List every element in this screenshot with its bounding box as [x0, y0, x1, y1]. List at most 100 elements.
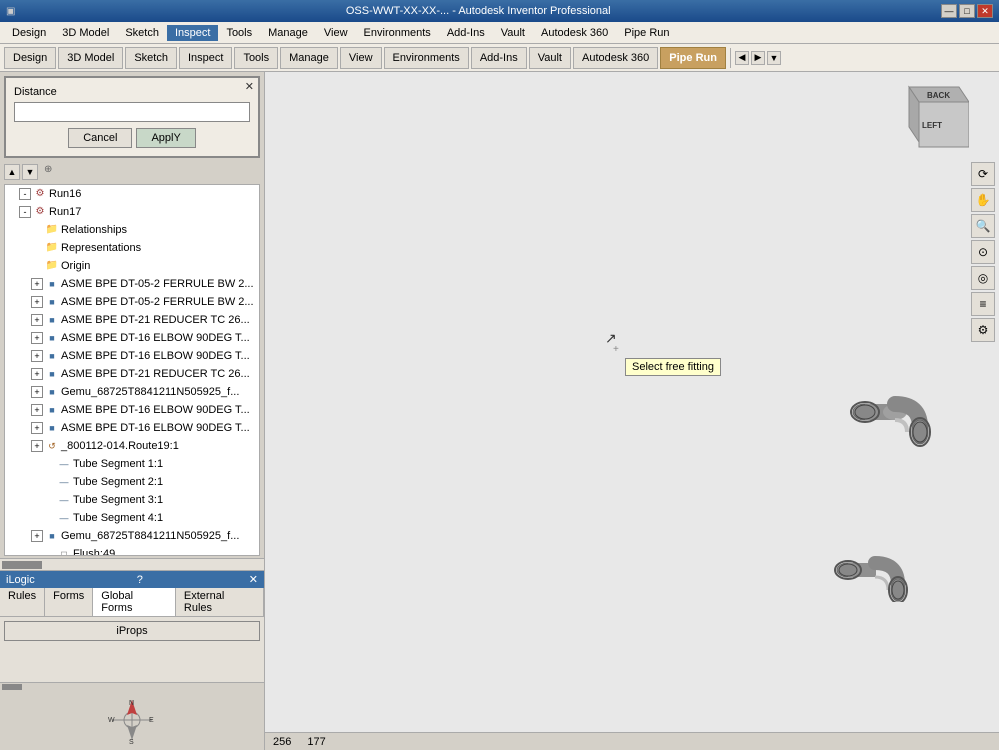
- tree-item-gemu1[interactable]: +■Gemu_68725T8841211N505925_f...: [5, 383, 259, 401]
- tree-item-run17[interactable]: -⚙Run17: [5, 203, 259, 221]
- tree-item-seg3[interactable]: —Tube Segment 3:1: [5, 491, 259, 509]
- pan-button[interactable]: ✋: [971, 188, 995, 212]
- tree-item-origin[interactable]: 📁Origin: [5, 257, 259, 275]
- tree-toggle-comp1[interactable]: +: [31, 278, 43, 290]
- toolbar-design[interactable]: Design: [4, 47, 56, 69]
- toolbar-piperun[interactable]: Pipe Run: [660, 47, 726, 69]
- menu-item-manage[interactable]: Manage: [260, 25, 316, 41]
- tree-toggle-run17[interactable]: -: [19, 206, 31, 218]
- tree-toggle-comp6[interactable]: +: [31, 368, 43, 380]
- tree-label-run16: Run16: [49, 186, 81, 202]
- maximize-button[interactable]: □: [959, 4, 975, 18]
- ilogic-tab-rules[interactable]: Rules: [0, 588, 45, 616]
- ilogic-help[interactable]: ?: [137, 574, 143, 586]
- tree-toggle-comp5[interactable]: +: [31, 350, 43, 362]
- close-button[interactable]: ✕: [977, 4, 993, 18]
- tree-item-relationships[interactable]: 📁Relationships: [5, 221, 259, 239]
- toolbar-manage[interactable]: Manage: [280, 47, 338, 69]
- menu-item-inspect[interactable]: Inspect: [167, 25, 218, 41]
- settings-button[interactable]: ⚙: [971, 318, 995, 342]
- tree-toggle-gemu2[interactable]: +: [31, 530, 43, 542]
- tree-toggle-run16[interactable]: -: [19, 188, 31, 200]
- toolbar-view[interactable]: View: [340, 47, 382, 69]
- view-face-button[interactable]: ≡: [971, 292, 995, 316]
- menu-item-tools[interactable]: Tools: [218, 25, 260, 41]
- toolbar-vault[interactable]: Vault: [529, 47, 571, 69]
- toolbar-nav-next[interactable]: ▶: [751, 51, 765, 65]
- tree-item-seg1[interactable]: —Tube Segment 1:1: [5, 455, 259, 473]
- tree-panel[interactable]: -⚙Run16-⚙Run17📁Relationships📁Representat…: [4, 184, 260, 556]
- viewcube-svg[interactable]: BACK LEFT: [889, 82, 969, 162]
- tree-toggle-comp3[interactable]: +: [31, 314, 43, 326]
- ilogic-panel: iLogic ? ✕ RulesFormsGlobal FormsExterna…: [0, 570, 264, 690]
- ilogic-tab-external-rules[interactable]: External Rules: [176, 588, 264, 616]
- tree-toggle-gemu1[interactable]: +: [31, 386, 43, 398]
- ilogic-scroll[interactable]: [0, 682, 264, 690]
- viewcube[interactable]: BACK LEFT: [889, 82, 959, 152]
- tree-item-comp3[interactable]: +■ASME BPE DT-21 REDUCER TC 26...: [5, 311, 259, 329]
- zoom-button[interactable]: 🔍: [971, 214, 995, 238]
- ilogic-tab-global-forms[interactable]: Global Forms: [93, 588, 176, 616]
- iprops-button[interactable]: iProps: [4, 621, 260, 641]
- menu-item-autodesk-360[interactable]: Autodesk 360: [533, 25, 616, 41]
- toolbar-nav-prev[interactable]: ◀: [735, 51, 749, 65]
- menu-item-sketch[interactable]: Sketch: [117, 25, 167, 41]
- look-at-button[interactable]: ◎: [971, 266, 995, 290]
- tree-item-seg4[interactable]: —Tube Segment 4:1: [5, 509, 259, 527]
- tree-toggle-comp4[interactable]: +: [31, 332, 43, 344]
- tree-scroll-down[interactable]: ▼: [22, 164, 38, 180]
- toolbar-3dmodel[interactable]: 3D Model: [58, 47, 123, 69]
- zoom-all-button[interactable]: ⊙: [971, 240, 995, 264]
- toolbar-sketch[interactable]: Sketch: [125, 47, 177, 69]
- tree-item-comp2[interactable]: +■ASME BPE DT-05-2 FERRULE BW 2...: [5, 293, 259, 311]
- apply-button[interactable]: ApplY: [136, 128, 195, 148]
- tree-label-gemu2: Gemu_68725T8841211N505925_f...: [61, 528, 239, 544]
- tree-item-seg2[interactable]: —Tube Segment 2:1: [5, 473, 259, 491]
- tree-icon-component: ■: [45, 331, 59, 345]
- viewport[interactable]: BACK LEFT ⟳ ✋ 🔍 ⊙ ◎ ≡ ⚙ ↗ + Select free …: [265, 72, 999, 750]
- menu-item-environments[interactable]: Environments: [356, 25, 439, 41]
- tree-toggle-comp8[interactable]: +: [31, 422, 43, 434]
- tree-nav-label: ⊕: [44, 164, 52, 180]
- tree-item-representations[interactable]: 📁Representations: [5, 239, 259, 257]
- tree-item-comp1[interactable]: +■ASME BPE DT-05-2 FERRULE BW 2...: [5, 275, 259, 293]
- tree-item-comp6[interactable]: +■ASME BPE DT-21 REDUCER TC 26...: [5, 365, 259, 383]
- tree-item-route[interactable]: +↺_800112-014.Route19:1: [5, 437, 259, 455]
- toolbar-nav-down[interactable]: ▼: [767, 51, 781, 65]
- toolbar-environments[interactable]: Environments: [384, 47, 469, 69]
- tree-toggle-comp7[interactable]: +: [31, 404, 43, 416]
- pipe-fitting-2[interactable]: [830, 532, 910, 605]
- distance-input[interactable]: [14, 102, 250, 122]
- toolbar-inspect[interactable]: Inspect: [179, 47, 232, 69]
- tree-item-comp5[interactable]: +■ASME BPE DT-16 ELBOW 90DEG T...: [5, 347, 259, 365]
- menu-item-pipe-run[interactable]: Pipe Run: [616, 25, 677, 41]
- menu-item-view[interactable]: View: [316, 25, 356, 41]
- menu-item-3d-model[interactable]: 3D Model: [54, 25, 117, 41]
- menu-item-vault[interactable]: Vault: [493, 25, 533, 41]
- tree-label-flush49: Flush:49: [73, 546, 115, 556]
- tree-item-gemu2[interactable]: +■Gemu_68725T8841211N505925_f...: [5, 527, 259, 545]
- toolbar-addins[interactable]: Add-Ins: [471, 47, 527, 69]
- toolbar-tools[interactable]: Tools: [234, 47, 278, 69]
- tree-toggle-route[interactable]: +: [31, 440, 43, 452]
- minimize-button[interactable]: —: [941, 4, 957, 18]
- pipe-fitting-1[interactable]: [845, 372, 935, 450]
- menu-item-design[interactable]: Design: [4, 25, 54, 41]
- tree-label-comp3: ASME BPE DT-21 REDUCER TC 26...: [61, 312, 250, 328]
- hscroll-thumb[interactable]: [2, 561, 42, 569]
- cancel-button[interactable]: Cancel: [68, 128, 132, 148]
- distance-dialog-close[interactable]: ✕: [245, 80, 254, 93]
- tree-item-comp4[interactable]: +■ASME BPE DT-16 ELBOW 90DEG T...: [5, 329, 259, 347]
- tree-item-run16[interactable]: -⚙Run16: [5, 185, 259, 203]
- tree-toggle-comp2[interactable]: +: [31, 296, 43, 308]
- ilogic-tab-forms[interactable]: Forms: [45, 588, 93, 616]
- tree-hscroll[interactable]: [0, 558, 264, 570]
- tree-scroll-up[interactable]: ▲: [4, 164, 20, 180]
- tree-item-comp7[interactable]: +■ASME BPE DT-16 ELBOW 90DEG T...: [5, 401, 259, 419]
- tree-item-comp8[interactable]: +■ASME BPE DT-16 ELBOW 90DEG T...: [5, 419, 259, 437]
- ilogic-close[interactable]: ✕: [249, 573, 258, 586]
- toolbar-autodesk360[interactable]: Autodesk 360: [573, 47, 658, 69]
- menu-item-add-ins[interactable]: Add-Ins: [439, 25, 493, 41]
- orbit-button[interactable]: ⟳: [971, 162, 995, 186]
- tree-item-flush49[interactable]: ◻Flush:49: [5, 545, 259, 556]
